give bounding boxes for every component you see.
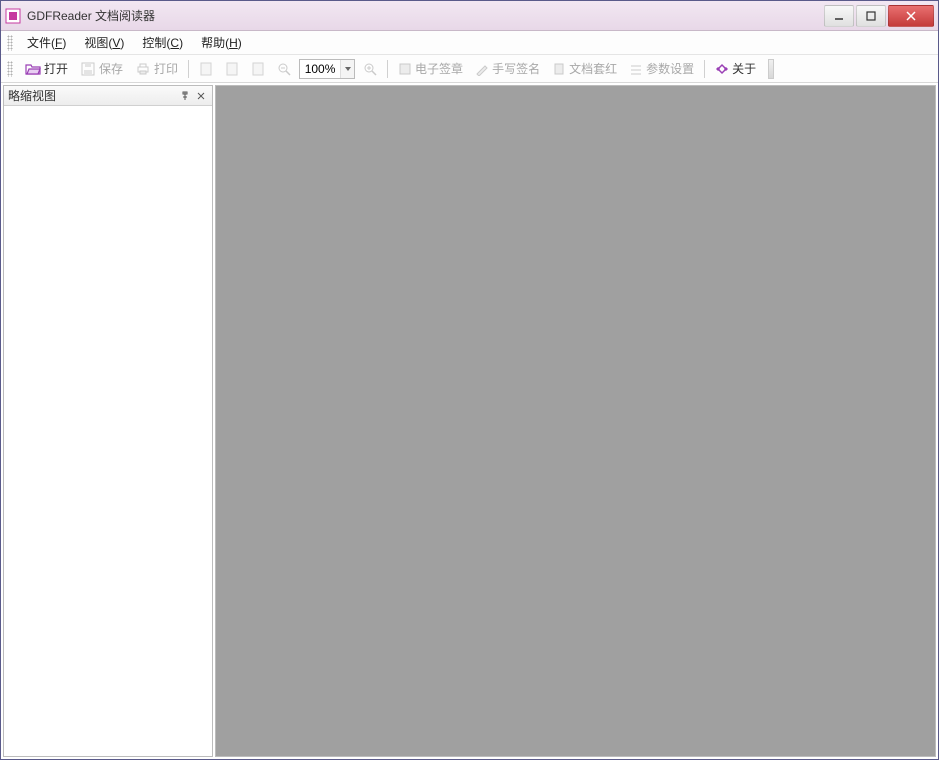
separator — [387, 60, 388, 78]
stamp-icon — [398, 62, 412, 76]
panel-close-button[interactable] — [194, 89, 208, 103]
esign-label: 电子签章 — [415, 60, 463, 77]
thumbnail-list — [4, 106, 212, 756]
zoom-input[interactable] — [300, 62, 340, 76]
save-icon — [80, 61, 96, 77]
minimize-button[interactable] — [824, 5, 854, 27]
nav-prev-button — [221, 58, 243, 80]
pen-icon — [475, 62, 489, 76]
toolbar-overflow-icon[interactable] — [768, 59, 774, 79]
menu-view[interactable]: 视图(V) — [76, 31, 132, 54]
window-controls — [824, 5, 934, 27]
params-button: 参数设置 — [625, 58, 698, 80]
separator — [704, 60, 705, 78]
thumbnail-panel-header: 略缩视图 — [4, 86, 212, 106]
menu-file-label: 文件 — [27, 36, 51, 50]
thumbnail-panel-title: 略缩视图 — [8, 87, 176, 104]
settings-icon — [629, 62, 643, 76]
zoom-in-icon — [363, 62, 377, 76]
print-button: 打印 — [131, 58, 182, 80]
about-button[interactable]: 关于 — [711, 58, 760, 80]
app-title: GDFReader 文档阅读器 — [27, 7, 824, 24]
docred-button: 文档套红 — [548, 58, 621, 80]
handsign-label: 手写签名 — [492, 60, 540, 77]
params-label: 参数设置 — [646, 60, 694, 77]
zoom-dropdown-button[interactable] — [340, 60, 354, 78]
print-icon — [135, 61, 151, 77]
page-first-icon — [199, 61, 213, 77]
menubar: 文件(F) 视图(V) 控制(C) 帮助(H) — [1, 31, 938, 55]
menu-help-label: 帮助 — [201, 36, 225, 50]
menu-view-label: 视图 — [84, 36, 108, 50]
zoom-combo[interactable] — [299, 59, 355, 79]
app-window: GDFReader 文档阅读器 文件(F) 视图(V) 控制(C) 帮助(H) — [0, 0, 939, 760]
content-area: 略缩视图 — [1, 83, 938, 759]
handsign-button: 手写签名 — [471, 58, 544, 80]
esign-button: 电子签章 — [394, 58, 467, 80]
save-button: 保存 — [76, 58, 127, 80]
menu-control[interactable]: 控制(C) — [134, 31, 191, 54]
open-button[interactable]: 打开 — [21, 58, 72, 80]
toolbar-grip-icon — [7, 61, 13, 77]
toolbar: 打开 保存 打印 — [1, 55, 938, 83]
titlebar: GDFReader 文档阅读器 — [1, 1, 938, 31]
menu-file[interactable]: 文件(F) — [19, 31, 74, 54]
menu-grip-icon — [7, 35, 13, 51]
separator — [188, 60, 189, 78]
zoom-out-button — [273, 58, 295, 80]
about-icon — [715, 62, 729, 76]
thumbnail-panel: 略缩视图 — [3, 85, 213, 757]
save-label: 保存 — [99, 60, 123, 77]
close-button[interactable] — [888, 5, 934, 27]
print-label: 打印 — [154, 60, 178, 77]
zoom-in-button — [359, 58, 381, 80]
open-folder-icon — [25, 61, 41, 77]
document-viewer[interactable] — [215, 85, 936, 757]
open-label: 打开 — [44, 60, 68, 77]
document-icon — [552, 62, 566, 76]
nav-next-button — [247, 58, 269, 80]
menu-control-label: 控制 — [142, 36, 166, 50]
zoom-out-icon — [277, 62, 291, 76]
page-prev-icon — [225, 61, 239, 77]
menu-help[interactable]: 帮助(H) — [193, 31, 250, 54]
pin-button[interactable] — [178, 89, 192, 103]
app-icon — [5, 8, 21, 24]
maximize-button[interactable] — [856, 5, 886, 27]
docred-label: 文档套红 — [569, 60, 617, 77]
page-next-icon — [251, 61, 265, 77]
about-label: 关于 — [732, 60, 756, 77]
nav-first-button — [195, 58, 217, 80]
